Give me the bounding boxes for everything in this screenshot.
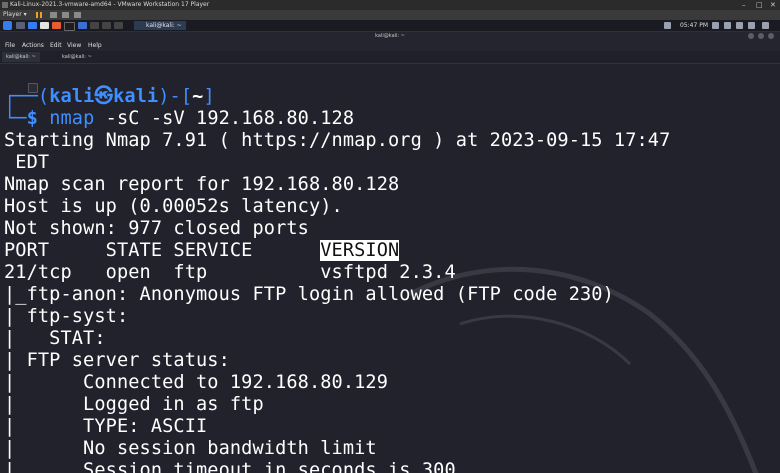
menu-actions[interactable]: Actions [22, 40, 44, 51]
port-row: 21/tcp open ftp vsftpd 2.3.4 [4, 262, 456, 283]
power-icon[interactable] [748, 22, 755, 29]
output-line: | Logged in as ftp [4, 394, 264, 415]
kali-top-panel: kali@kali: ~ 05:47 PM [0, 20, 780, 32]
volume-icon[interactable] [712, 22, 719, 29]
output-line: Starting Nmap 7.91 ( https://nmap.org ) … [4, 130, 671, 151]
output-line: | Connected to 192.168.80.129 [4, 372, 389, 393]
terminal-tab-1[interactable]: kali@kali: ~ [2, 52, 40, 62]
command-args: -sC -sV 192.168.80.128 [105, 108, 355, 129]
pause-icon[interactable] [36, 12, 38, 18]
text-editor-icon[interactable] [40, 22, 49, 29]
output-line: | TYPE: ASCII [4, 416, 208, 437]
prompt-end: ] [203, 86, 215, 107]
prompt-close: )-[ [158, 86, 193, 107]
notifications-icon[interactable] [724, 22, 731, 29]
terminal-menu-bar: File Actions Edit View Help [0, 40, 780, 51]
terminal-minimize-icon[interactable] [748, 33, 754, 39]
menu-help[interactable]: Help [88, 40, 102, 51]
taskbar-terminal-label: kali@kali: ~ [146, 22, 182, 29]
output-line: | FTP server status: [4, 350, 230, 371]
kali-menu-icon[interactable] [3, 21, 12, 30]
terminal-icon[interactable] [64, 22, 75, 31]
firefox-icon[interactable] [52, 22, 61, 29]
terminal-tab-1-label: kali@kali: ~ [6, 54, 36, 60]
terminal-window-title: kali@kali: ~ [375, 33, 405, 39]
prompt-dollar: $ [26, 108, 38, 129]
output-line: |_ftp-anon: Anonymous FTP login allowed … [4, 284, 614, 305]
output-line: Nmap scan report for 192.168.80.128 [4, 174, 400, 195]
prompt-line-1: ┌──(kali㉿kali)-[~] [4, 86, 215, 108]
kali-dragon-watermark-icon [408, 266, 759, 473]
workspace-2-icon[interactable] [90, 22, 99, 29]
prompt-user: kali [49, 86, 95, 107]
prompt-line-2: └─$ nmap -sC -sV 192.168.80.128 [4, 108, 354, 130]
output-line: EDT [4, 152, 50, 173]
network-icon[interactable] [664, 22, 671, 29]
terminal-tab-2-label: kali@kali: ~ [62, 54, 92, 60]
prompt-path: ~ [192, 86, 204, 107]
output-line: | Session timeout in seconds is 300 [4, 460, 456, 473]
workspace-icon[interactable] [16, 22, 25, 29]
header-port-state-service: PORT STATE SERVICE [4, 240, 321, 261]
command-name: nmap [49, 108, 95, 129]
menu-view[interactable]: View [67, 40, 81, 51]
send-ctrl-alt-del-icon[interactable] [50, 12, 57, 18]
header-version-highlighted: VERSION [320, 240, 400, 261]
menu-edit[interactable]: Edit [50, 40, 62, 51]
output-line: Host is up (0.00052s latency). [4, 196, 343, 217]
fullscreen-icon[interactable] [62, 12, 69, 18]
output-line: | STAT: [4, 328, 106, 349]
prompt-host: kali [113, 86, 159, 107]
display-icon[interactable] [762, 22, 769, 29]
output-line: | No session bandwidth limit [4, 438, 377, 459]
player-menu[interactable]: Player ▾ [3, 10, 27, 20]
taskbar-terminal-button[interactable]: kali@kali: ~ [134, 21, 186, 30]
lock-icon[interactable] [736, 22, 743, 29]
output-line: | ftp-syst: [4, 306, 129, 327]
workspace-1-icon[interactable] [78, 22, 87, 29]
prompt-open: ┌──( [4, 86, 50, 107]
maximize-icon[interactable]: □ [756, 0, 763, 10]
port-table-header: PORT STATE SERVICE VERSION [4, 240, 400, 262]
vmware-logo-icon [2, 2, 8, 8]
terminal-tab-2[interactable]: kali@kali: ~ [58, 52, 96, 62]
prompt-at-symbol: ㉿ [94, 86, 114, 107]
workspace-4-icon[interactable] [114, 22, 123, 29]
output-line: Not shown: 977 closed ports [4, 218, 309, 239]
minimize-icon[interactable]: – [742, 0, 746, 10]
terminal-window-title-bar: kali@kali: ~ [0, 32, 780, 40]
unity-icon[interactable] [74, 12, 81, 18]
prompt-corner: └─ [4, 108, 27, 129]
terminal-tab-bar: kali@kali: ~ kali@kali: ~ [0, 51, 780, 64]
terminal-close-icon[interactable] [768, 33, 774, 39]
workspace-3-icon[interactable] [102, 22, 111, 29]
vmware-player-toolbar: Player ▾ [0, 10, 780, 20]
terminal-output-area[interactable]: ┌──(kali㉿kali)-[~] └─$ nmap -sC -sV 192.… [0, 64, 780, 473]
terminal-maximize-icon[interactable] [758, 33, 764, 39]
panel-clock[interactable]: 05:47 PM [680, 20, 708, 31]
close-icon[interactable]: ✕ [770, 0, 776, 10]
menu-file[interactable]: File [5, 40, 15, 51]
vmware-title-bar: Kali-Linux-2021.3-vmware-amd64 - VMware … [0, 0, 780, 10]
files-icon[interactable] [28, 22, 37, 29]
pause-icon-bar [40, 12, 42, 18]
vmware-window-title: Kali-Linux-2021.3-vmware-amd64 - VMware … [10, 1, 210, 8]
